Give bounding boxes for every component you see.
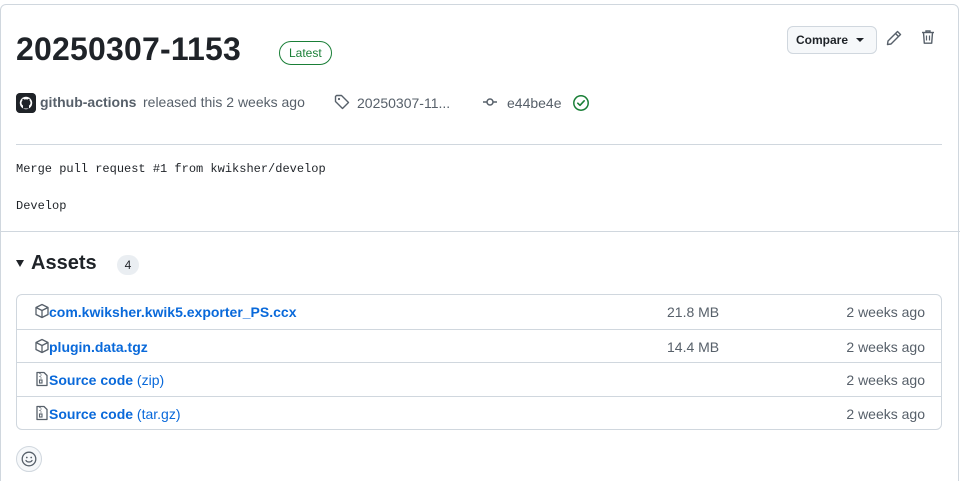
release-notes-line: Merge pull request #1 from kwiksher/deve… [16, 162, 326, 176]
released-time-text: released this 2 weeks ago [143, 94, 305, 110]
release-author-link[interactable]: github-actions [40, 94, 136, 110]
delete-button[interactable] [920, 29, 940, 49]
file-zip-icon [36, 405, 48, 420]
triangle-down-icon [16, 260, 24, 267]
triangle-down-icon [856, 38, 864, 42]
asset-row: Source code (tar.gz) 2 weeks ago [17, 395, 941, 430]
trash-icon [922, 30, 934, 44]
file-zip-icon [36, 371, 48, 387]
package-icon [35, 303, 49, 319]
release-title[interactable]: 20250307-1153 [16, 31, 241, 68]
divider [1, 231, 960, 232]
asset-link[interactable]: Source code (tar.gz) [49, 406, 181, 422]
smiley-icon [21, 451, 37, 467]
latest-badge: Latest [279, 41, 332, 65]
tag-link[interactable]: 20250307-11... [357, 95, 450, 111]
github-avatar-icon[interactable] [16, 93, 36, 113]
tag-icon [334, 94, 350, 110]
asset-row: Source code (zip) 2 weeks ago [17, 362, 941, 396]
divider [16, 144, 942, 145]
release-card: 20250307-1153 Latest Compare github-acti… [0, 4, 960, 481]
assets-title: Assets [31, 252, 97, 274]
asset-size: 21.8 MB [667, 304, 720, 320]
asset-size: 14.4 MB [667, 338, 720, 355]
pencil-icon [886, 30, 902, 46]
asset-date: 2 weeks ago [846, 304, 925, 320]
asset-date: 2 weeks ago [846, 338, 925, 355]
asset-link[interactable]: com.kwiksher.kwik5.exporter_PS.ccx [49, 304, 296, 320]
assets-list: com.kwiksher.kwik5.exporter_PS.ccx 21.8 … [16, 294, 942, 430]
asset-row: plugin.data.tgz 14.4 MB 2 weeks ago [17, 328, 941, 363]
asset-date: 2 weeks ago [846, 405, 925, 422]
asset-row: com.kwiksher.kwik5.exporter_PS.ccx 21.8 … [17, 295, 941, 329]
git-commit-icon [483, 98, 497, 106]
commit-link[interactable]: e44be4e [507, 95, 562, 111]
add-reaction-button[interactable] [16, 446, 42, 472]
asset-link[interactable]: Source code (zip) [49, 372, 164, 388]
edit-button[interactable] [886, 30, 906, 50]
check-circle-icon[interactable] [572, 94, 590, 112]
release-notes-line: Develop [16, 199, 67, 213]
package-icon [35, 338, 49, 353]
asset-link[interactable]: plugin.data.tgz [49, 339, 148, 355]
compare-button[interactable]: Compare [787, 26, 877, 54]
asset-date: 2 weeks ago [846, 372, 925, 388]
compare-label: Compare [796, 33, 849, 47]
assets-count-badge: 4 [117, 255, 139, 275]
